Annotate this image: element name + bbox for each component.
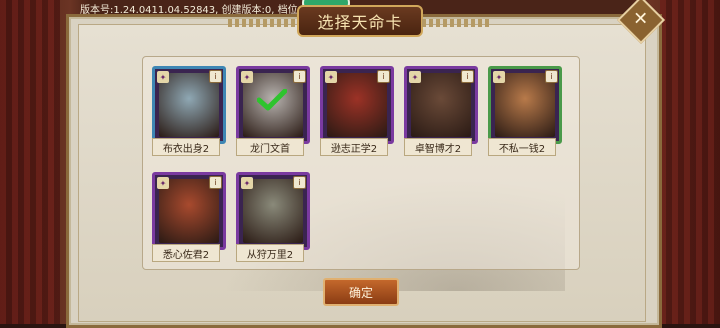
destiny-card[interactable]: ✦ i 从狩万里2 — [236, 172, 310, 264]
confirm-button[interactable]: 确定 — [323, 278, 399, 306]
card-portrait: ✦ i — [404, 66, 478, 144]
card-portrait: ✦ i — [152, 172, 226, 250]
card-portrait: ✦ i — [488, 66, 562, 144]
card-name: 从狩万里2 — [236, 244, 304, 262]
card-portrait: ✦ i — [320, 66, 394, 144]
checkmark-icon — [257, 89, 287, 111]
destiny-card[interactable]: ✦ i 悉心佐君2 — [152, 172, 226, 264]
card-name: 悉心佐君2 — [152, 244, 220, 262]
info-icon[interactable]: i — [293, 70, 306, 83]
card-name: 布衣出身2 — [152, 138, 220, 156]
title-ornament-right — [422, 19, 492, 27]
rarity-icon: ✦ — [241, 71, 253, 83]
rarity-icon: ✦ — [493, 71, 505, 83]
title-ornament-left — [228, 19, 298, 27]
rarity-icon: ✦ — [325, 71, 337, 83]
left-curtain — [0, 0, 60, 324]
rarity-icon: ✦ — [157, 177, 169, 189]
card-portrait: ✦ i — [236, 172, 310, 250]
card-name: 龙门文首 — [236, 138, 304, 156]
card-name: 逊志正学2 — [320, 138, 388, 156]
info-icon[interactable]: i — [209, 70, 222, 83]
info-icon[interactable]: i — [293, 176, 306, 189]
destiny-card[interactable]: ✦ i 卓智博才2 — [404, 66, 478, 158]
card-portrait: ✦ i — [236, 66, 310, 144]
dialog-title-bar: 选择天命卡 — [228, 5, 492, 37]
rarity-icon: ✦ — [241, 177, 253, 189]
card-portrait: ✦ i — [152, 66, 226, 144]
card-name: 卓智博才2 — [404, 138, 472, 156]
destiny-card[interactable]: ✦ i 不私一钱2 — [488, 66, 562, 158]
info-icon[interactable]: i — [461, 70, 474, 83]
card-name: 不私一钱2 — [488, 138, 556, 156]
rarity-icon: ✦ — [409, 71, 421, 83]
right-curtain — [660, 0, 720, 324]
destiny-card[interactable]: ✦ i 龙门文首 — [236, 66, 310, 158]
rarity-icon: ✦ — [157, 71, 169, 83]
info-icon[interactable]: i — [209, 176, 222, 189]
dialog-title: 选择天命卡 — [297, 5, 423, 37]
close-icon: ✕ — [633, 9, 649, 30]
info-icon[interactable]: i — [377, 70, 390, 83]
destiny-card[interactable]: ✦ i 布衣出身2 — [152, 66, 226, 158]
destiny-card[interactable]: ✦ i 逊志正学2 — [320, 66, 394, 158]
info-icon[interactable]: i — [545, 70, 558, 83]
